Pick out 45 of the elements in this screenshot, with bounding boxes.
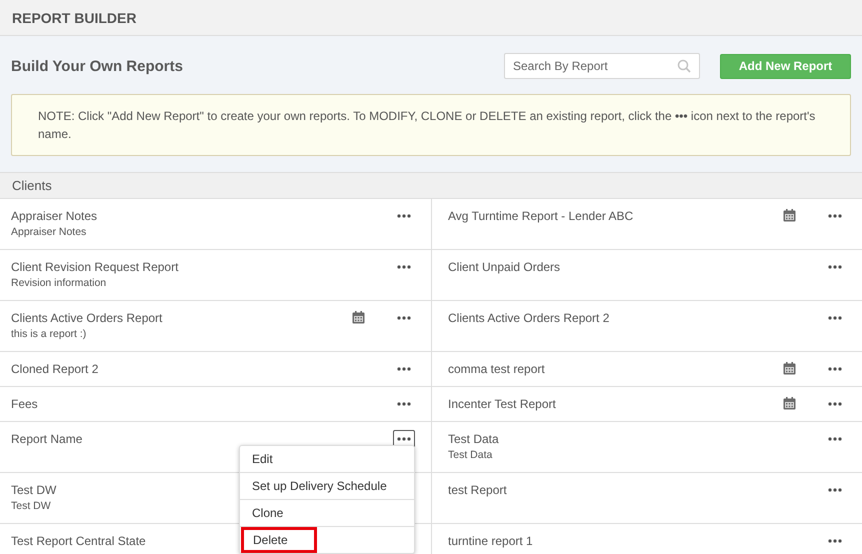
more-icon <box>397 437 411 441</box>
report-name[interactable]: Test DW <box>11 482 56 498</box>
report-name[interactable]: comma test report <box>448 361 545 377</box>
section-title: Clients <box>12 178 52 193</box>
more-icon <box>397 402 411 406</box>
report-name[interactable]: Clients Active Orders Report <box>11 310 162 326</box>
menu-item[interactable]: Delete <box>241 527 317 553</box>
more-icon <box>397 214 411 218</box>
report-name[interactable]: Test Report Central State <box>11 533 146 549</box>
report-name[interactable]: Client Unpaid Orders <box>448 259 560 275</box>
more-icon <box>828 437 842 441</box>
more-icon <box>828 214 842 218</box>
report-name[interactable]: Cloned Report 2 <box>11 361 98 377</box>
report-name[interactable]: Incenter Test Report <box>448 396 556 412</box>
report-name[interactable]: turntine report 1 <box>448 533 533 549</box>
menu-item[interactable]: Edit <box>240 446 414 473</box>
more-icon <box>828 488 842 492</box>
page-heading: Build Your Own Reports <box>11 58 184 74</box>
menu-item[interactable]: Set up Delivery Schedule <box>240 473 414 500</box>
more-icon <box>828 265 842 269</box>
search-icon <box>677 59 691 73</box>
page-title: REPORT BUILDER <box>12 10 136 26</box>
more-icon <box>828 402 842 406</box>
report-name[interactable]: Test Data <box>448 431 499 447</box>
more-icon <box>828 539 842 543</box>
more-icon <box>397 265 411 269</box>
report-name[interactable]: test Report <box>448 482 507 498</box>
more-icon <box>397 316 411 320</box>
report-name[interactable]: Appraiser Notes <box>11 208 98 224</box>
report-name[interactable]: Clients Active Orders Report 2 <box>448 310 610 326</box>
menu-item[interactable]: Clone <box>240 500 414 527</box>
more-icon <box>828 367 842 371</box>
search-field[interactable]: Search By Report <box>504 53 700 79</box>
report-description: Appraiser Notes <box>11 225 86 240</box>
report-name[interactable]: Report Name <box>11 431 82 447</box>
report-description: Test Data <box>448 448 492 463</box>
report-description: this is a report :) <box>11 327 86 342</box>
note-text: NOTE: Click "Add New Report" to create your own reports. To MODIFY, CLONE or DELETE an existing report, click the ••• icon next to the report's name. <box>38 108 816 143</box>
report-description: Revision information <box>11 276 106 291</box>
more-icon <box>397 367 411 371</box>
report-name[interactable]: Fees <box>11 396 38 412</box>
report-description: Test DW <box>11 499 51 514</box>
report-name[interactable]: Avg Turntime Report - Lender ABC <box>448 208 634 224</box>
more-icon <box>828 316 842 320</box>
report-name[interactable]: Client Revision Request Report <box>11 259 178 275</box>
